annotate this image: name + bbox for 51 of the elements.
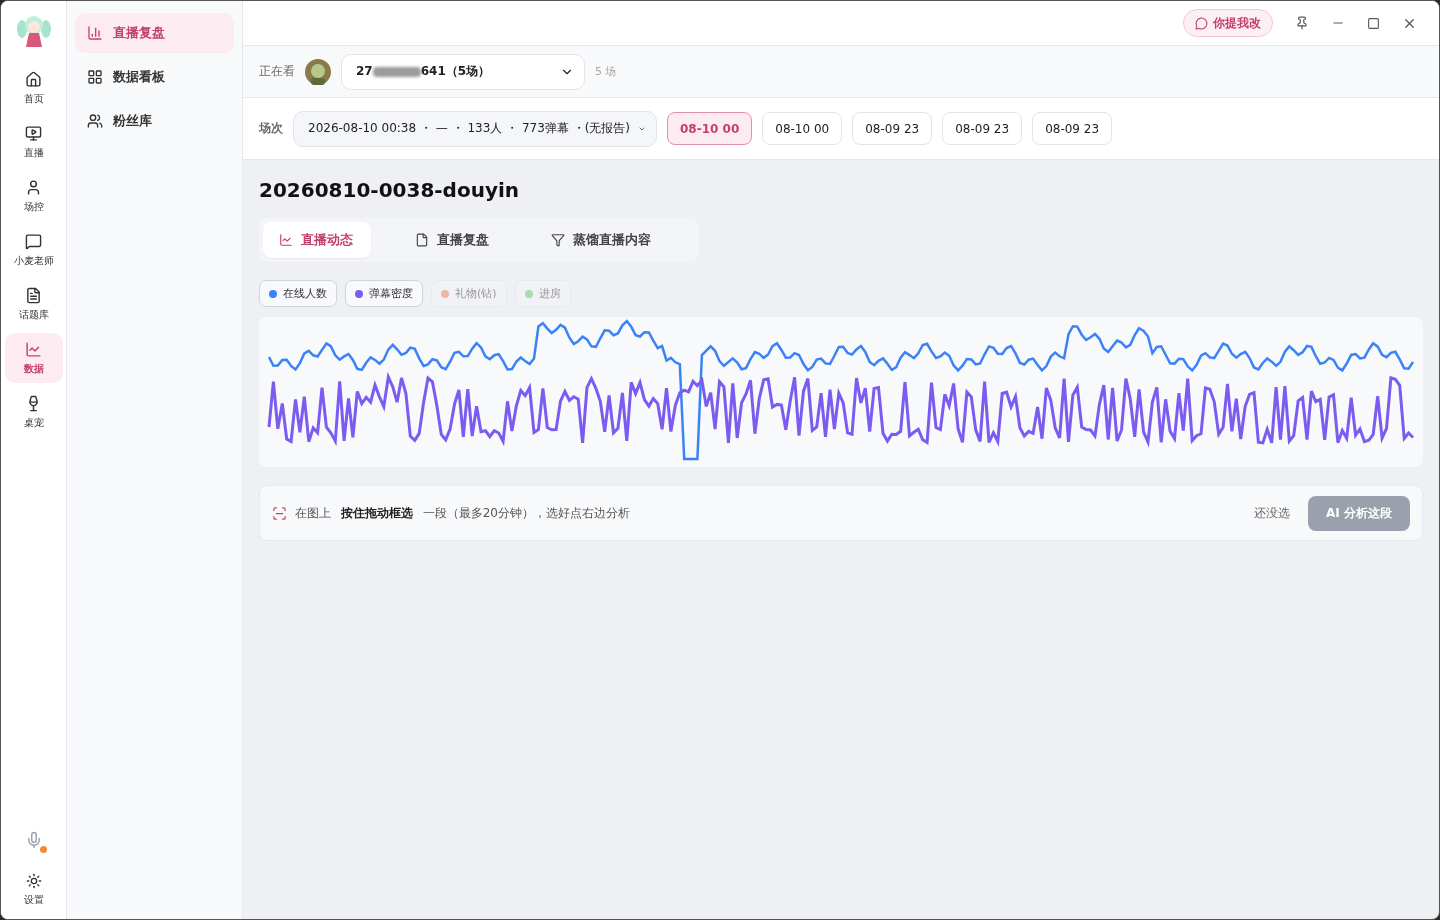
speech-bubble-icon (1195, 16, 1208, 30)
document-icon (415, 233, 429, 247)
session-select[interactable]: 2026-08-10 00:38 ・ — ・ 133人 ・ 773弹幕 ・(无报告) (293, 110, 657, 147)
speech-bubble-icon (25, 232, 42, 250)
settings-icon (25, 873, 42, 889)
pin-button[interactable] (1295, 16, 1309, 30)
document-icon (25, 286, 42, 304)
account-name: 27 641（5场） (356, 63, 491, 80)
filter-icon (551, 233, 565, 247)
series-toggle[interactable]: 弹幕密度 (345, 280, 423, 307)
pin-icon (1295, 16, 1309, 30)
scan-icon (272, 505, 287, 521)
session-chip[interactable]: 08-10 00 (667, 112, 753, 145)
session-title: 20260810-0038-douyin (259, 178, 521, 202)
view-tab[interactable]: 直播动态 (263, 222, 371, 258)
line-chart-icon (279, 233, 293, 247)
play-screen-icon (25, 124, 42, 142)
rail-nav-item[interactable]: 直播 (4, 117, 63, 167)
clear-selection-button[interactable]: 还没选 (1248, 503, 1297, 523)
session-count: 5 场 (595, 64, 617, 79)
bar-chart-icon (87, 25, 103, 41)
series-toggle[interactable]: 在线人数 (259, 280, 337, 307)
home-icon (25, 70, 42, 88)
view-tab[interactable]: 直播复盘 (399, 222, 507, 258)
session-chip[interactable]: 08-09 23 (852, 112, 933, 145)
rail-nav-item[interactable]: 首页 (4, 63, 63, 113)
rail-nav-item[interactable]: 桌宠 (4, 387, 63, 437)
watching-label: 正在看 (259, 63, 295, 80)
subnav-item[interactable]: 数据看板 (75, 57, 234, 97)
line-chart-icon (25, 340, 42, 358)
session-label: 场次 (259, 120, 283, 137)
hint-text: 在图上 按住拖动框选 一段（最多20分钟），选好点右边分析 (295, 504, 631, 522)
settings-nav-item[interactable]: 设置 (4, 865, 63, 915)
session-chip[interactable]: 08-10 00 (762, 112, 843, 145)
people-icon (87, 113, 103, 129)
view-tab[interactable]: 蒸馏直播内容 (535, 222, 667, 258)
maximize-icon (1367, 16, 1380, 30)
subnav-item[interactable]: 直播复盘 (75, 13, 234, 53)
session-chip[interactable]: 08-09 23 (1032, 112, 1113, 145)
subnav-item[interactable]: 粉丝库 (75, 101, 234, 141)
rail-nav-item[interactable]: 场控 (4, 171, 63, 221)
account-select[interactable]: 27 641（5场） (341, 53, 585, 90)
person-icon (25, 178, 42, 196)
rail-nav-item[interactable]: 数据 (4, 333, 63, 383)
rail-nav-item[interactable]: 小麦老师 (4, 225, 63, 275)
feedback-button[interactable]: 你提我改 (1183, 9, 1273, 37)
maximize-button[interactable] (1367, 16, 1380, 30)
grid-icon (87, 69, 103, 85)
rail-nav-item[interactable]: 话题库 (4, 279, 63, 329)
avatar (305, 58, 331, 85)
session-chip[interactable]: 08-09 23 (942, 112, 1023, 145)
